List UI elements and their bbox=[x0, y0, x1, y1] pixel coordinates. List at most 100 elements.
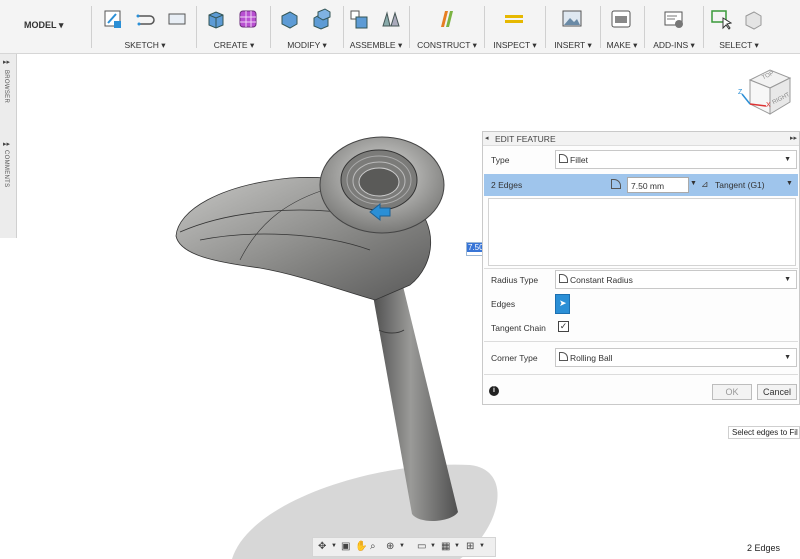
line-icon[interactable] bbox=[134, 8, 156, 30]
sketch-menu-label: SKETCH bbox=[124, 40, 159, 50]
collapse-panel-icon[interactable]: ◂ bbox=[485, 132, 489, 146]
window-select-icon[interactable] bbox=[710, 8, 732, 30]
modify-group[interactable]: MODIFY ▾ bbox=[273, 6, 341, 52]
rolling-ball-icon bbox=[559, 352, 568, 361]
make-group[interactable]: MAKE ▾ bbox=[602, 6, 642, 52]
constant-radius-icon bbox=[559, 274, 568, 283]
expand-comments-icon[interactable]: ▸▸ bbox=[3, 140, 10, 148]
tangent-chain-row: Tangent Chain ✓ bbox=[484, 316, 798, 340]
radius-type-value: Constant Radius bbox=[570, 275, 633, 285]
form-icon[interactable] bbox=[237, 8, 259, 30]
tangent-chain-checkbox[interactable]: ✓ bbox=[558, 321, 569, 332]
display-dropdown-icon[interactable]: ▼ bbox=[430, 543, 436, 549]
info-icon[interactable]: i bbox=[489, 386, 499, 396]
toolbar-divider bbox=[484, 6, 485, 48]
continuity-dropdown-icon[interactable]: ▼ bbox=[786, 180, 793, 187]
insert-group[interactable]: INSERT ▾ bbox=[548, 6, 598, 52]
orbit-icon[interactable]: ✥ bbox=[318, 541, 326, 552]
viewports-icon[interactable]: ⊞ bbox=[466, 541, 474, 552]
grid-dropdown-icon[interactable]: ▼ bbox=[454, 543, 460, 549]
selection-filter-icon[interactable] bbox=[742, 8, 764, 30]
zoom-icon[interactable]: ⌕ bbox=[370, 541, 376, 552]
joint-icon[interactable] bbox=[380, 8, 402, 30]
corner-type-value: Rolling Ball bbox=[570, 353, 613, 363]
selection-label: 2 Edges bbox=[491, 180, 523, 190]
insert-image-icon[interactable] bbox=[561, 8, 583, 30]
axis-x-label: X bbox=[766, 102, 771, 109]
offset-plane-icon[interactable] bbox=[436, 8, 458, 30]
panel-expand-icon[interactable]: ▸▸ bbox=[790, 132, 797, 146]
side-rail: ▸▸ BROWSER ▸▸ COMMENTS bbox=[0, 54, 17, 238]
toolbar-divider bbox=[545, 6, 546, 48]
browser-tab[interactable]: BROWSER bbox=[3, 70, 9, 103]
selection-tooltip: Select edges to Fil bbox=[728, 426, 800, 439]
selection-list[interactable] bbox=[488, 198, 796, 266]
edges-label: Edges bbox=[491, 299, 516, 309]
radius-input[interactable]: 7.50 mm bbox=[627, 177, 689, 193]
corner-type-label: Corner Type bbox=[491, 353, 538, 363]
expand-browser-icon[interactable]: ▸▸ bbox=[3, 58, 10, 66]
continuity-value[interactable]: Tangent (G1) bbox=[715, 180, 765, 190]
chevron-down-icon: ▼ bbox=[784, 276, 791, 283]
workspace-label: MODEL bbox=[24, 20, 57, 30]
fit-icon[interactable]: ⊕ bbox=[386, 541, 394, 552]
edges-select-button[interactable]: ➤ bbox=[555, 294, 570, 314]
grid-settings-icon[interactable]: ▦ bbox=[441, 541, 450, 552]
comments-tab[interactable]: COMMENTS bbox=[3, 150, 9, 187]
scripts-addins-icon[interactable] bbox=[663, 8, 685, 30]
panel-title: EDIT FEATURE bbox=[495, 134, 556, 144]
inspect-group[interactable]: INSPECT ▾ bbox=[487, 6, 543, 52]
cancel-button[interactable]: Cancel bbox=[757, 384, 797, 400]
viewcube[interactable]: TOP RIGHT Z X bbox=[738, 62, 798, 122]
toolbar-divider bbox=[196, 6, 197, 48]
radius-type-row: Radius Type Constant Radius ▼ bbox=[484, 268, 798, 292]
corner-type-dropdown[interactable]: Rolling Ball ▼ bbox=[555, 348, 797, 367]
toolbar-divider bbox=[600, 6, 601, 48]
look-at-icon[interactable]: ▣ bbox=[341, 541, 350, 552]
radius-type-dropdown[interactable]: Constant Radius ▼ bbox=[555, 270, 797, 289]
rectangle-icon[interactable] bbox=[166, 8, 188, 30]
panel-header[interactable]: ◂ EDIT FEATURE ▸▸ bbox=[483, 132, 799, 146]
fillet-icon bbox=[559, 154, 568, 163]
chevron-down-icon: ▼ bbox=[784, 354, 791, 361]
extrude-icon[interactable] bbox=[205, 8, 227, 30]
ok-button[interactable]: OK bbox=[712, 384, 752, 400]
toolbar-divider bbox=[91, 6, 92, 48]
display-settings-icon[interactable]: ▭ bbox=[417, 541, 426, 552]
model-edge bbox=[358, 167, 400, 197]
axis-z-label: Z bbox=[738, 89, 743, 96]
fit-dropdown-icon[interactable]: ▼ bbox=[399, 543, 405, 549]
sketch-group[interactable]: SKETCH ▾ bbox=[96, 6, 194, 52]
toolbar-divider bbox=[343, 6, 344, 48]
fillet-icon[interactable] bbox=[310, 8, 332, 30]
create-sketch-icon[interactable] bbox=[102, 8, 124, 30]
type-value: Fillet bbox=[570, 155, 588, 165]
edit-feature-panel: ◂ EDIT FEATURE ▸▸ Type Fillet ▼ 2 Edges … bbox=[482, 131, 800, 405]
inspect-menu-label: INSPECT bbox=[493, 40, 531, 50]
create-group[interactable]: CREATE ▾ bbox=[200, 6, 268, 52]
workspace-switcher[interactable]: MODEL ▾ bbox=[24, 20, 63, 31]
pan-icon[interactable]: ✋ bbox=[355, 541, 367, 552]
assemble-menu-label: ASSEMBLE bbox=[349, 40, 396, 50]
type-dropdown[interactable]: Fillet ▼ bbox=[555, 150, 797, 169]
tangent-chain-label: Tangent Chain bbox=[491, 323, 546, 333]
new-component-icon[interactable] bbox=[348, 8, 370, 30]
construct-group[interactable]: CONSTRUCT ▾ bbox=[412, 6, 482, 52]
add-ins-group[interactable]: ADD-INS ▾ bbox=[647, 6, 701, 52]
toolbar-divider bbox=[644, 6, 645, 48]
measure-icon[interactable] bbox=[503, 8, 525, 30]
select-group[interactable]: SELECT ▾ bbox=[706, 6, 772, 52]
toolbar: MODEL ▾ SKETCH ▾ CREATE ▾ MODIFY ▾ ASSEM… bbox=[0, 0, 800, 54]
assemble-group[interactable]: ASSEMBLE ▾ bbox=[345, 6, 407, 52]
tangent-icon: ⊿ bbox=[701, 179, 709, 189]
3d-print-icon[interactable] bbox=[610, 8, 632, 30]
radius-dropdown-icon[interactable]: ▼ bbox=[690, 180, 697, 187]
type-row: Type Fillet ▼ bbox=[484, 148, 798, 172]
press-pull-icon[interactable] bbox=[278, 8, 300, 30]
status-text: 2 Edges bbox=[746, 543, 780, 553]
selection-row[interactable]: 2 Edges 7.50 mm ▼ ⊿ Tangent (G1) ▼ bbox=[484, 174, 798, 196]
viewports-dropdown-icon[interactable]: ▼ bbox=[479, 543, 485, 549]
orbit-dropdown-icon[interactable]: ▼ bbox=[331, 543, 337, 549]
divider bbox=[484, 374, 798, 375]
toolbar-divider bbox=[703, 6, 704, 48]
